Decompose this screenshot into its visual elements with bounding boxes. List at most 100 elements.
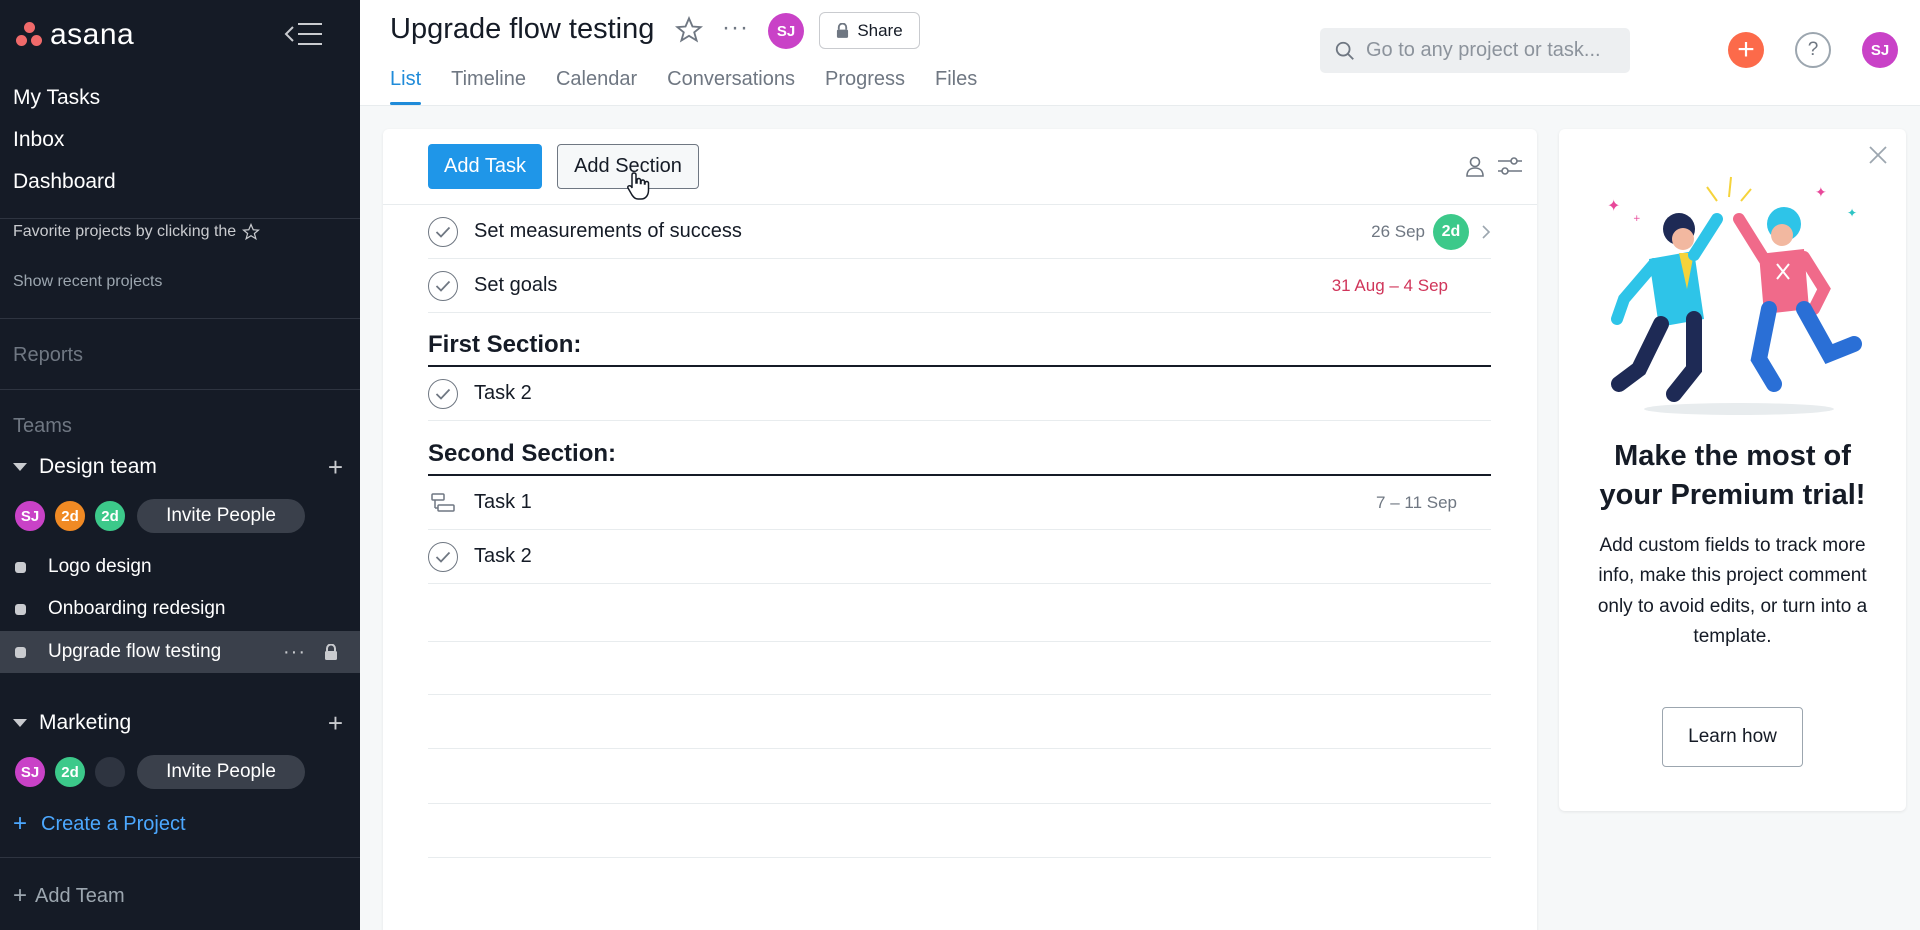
- empty-task-row[interactable]: [428, 803, 1491, 804]
- complete-checkbox-icon[interactable]: [428, 270, 458, 301]
- tab-timeline[interactable]: Timeline: [451, 68, 526, 105]
- avatar[interactable]: SJ: [13, 755, 47, 789]
- milestone-subtask-icon[interactable]: [428, 488, 458, 518]
- user-avatar[interactable]: SJ: [1862, 32, 1898, 68]
- chevron-right-icon[interactable]: [1481, 224, 1491, 240]
- complete-checkbox-icon[interactable]: [428, 378, 458, 409]
- team-name[interactable]: Design team: [39, 455, 328, 479]
- show-recent-projects[interactable]: Show recent projects: [13, 273, 162, 291]
- nav-dashboard[interactable]: Dashboard: [13, 170, 116, 194]
- quick-add-button[interactable]: +: [1728, 32, 1764, 68]
- task-row[interactable]: Task 2: [428, 530, 1491, 584]
- task-name[interactable]: Set goals: [474, 274, 1332, 297]
- add-task-button[interactable]: Add Task: [428, 144, 542, 189]
- team-marketing[interactable]: Marketing +: [13, 710, 343, 736]
- high-five-illustration: ✦ ✦ ✦ +: [1607, 176, 1862, 415]
- collapse-sidebar-icon[interactable]: [284, 20, 324, 48]
- sidebar-project-upgrade-flow-testing[interactable]: Upgrade flow testing ···: [0, 631, 360, 673]
- divider: [0, 857, 360, 858]
- caret-down-icon[interactable]: [13, 463, 27, 471]
- team-members: SJ 2d Invite People: [13, 755, 305, 789]
- assignee-filter-icon[interactable]: [1463, 154, 1487, 178]
- reports-link[interactable]: Reports: [13, 344, 83, 367]
- asana-logo[interactable]: asana: [16, 18, 134, 52]
- tab-conversations[interactable]: Conversations: [667, 68, 795, 105]
- task-name[interactable]: Task 2: [474, 545, 1491, 568]
- tab-progress[interactable]: Progress: [825, 68, 905, 105]
- sort-filter-icon[interactable]: [1497, 154, 1523, 178]
- avatar[interactable]: SJ: [13, 499, 47, 533]
- avatar[interactable]: 2d: [53, 755, 87, 789]
- page-title[interactable]: Upgrade flow testing: [390, 13, 654, 46]
- invite-people-button[interactable]: Invite People: [137, 755, 305, 789]
- sidebar-project-logo-design[interactable]: Logo design: [0, 546, 360, 588]
- task-row[interactable]: Set goals 31 Aug – 4 Sep: [428, 259, 1491, 313]
- avatar-placeholder[interactable]: [93, 755, 127, 789]
- project-color-swatch: [15, 603, 26, 615]
- add-project-icon[interactable]: +: [328, 454, 343, 480]
- create-project-link[interactable]: + Create a Project: [13, 810, 186, 838]
- sidebar-project-onboarding-redesign[interactable]: Onboarding redesign: [0, 588, 360, 630]
- divider: [0, 389, 360, 390]
- favorites-hint: Favorite projects by clicking the: [13, 223, 261, 241]
- asana-wordmark: asana: [50, 18, 135, 51]
- project-color-swatch: [15, 646, 26, 658]
- section-header[interactable]: First Section:: [428, 313, 1491, 367]
- tab-files[interactable]: Files: [935, 68, 977, 105]
- project-actions-icon[interactable]: ···: [722, 14, 749, 42]
- team-members: SJ 2d 2d Invite People: [13, 499, 305, 533]
- team-name[interactable]: Marketing: [39, 711, 328, 735]
- complete-checkbox-icon[interactable]: [428, 541, 458, 572]
- section-header[interactable]: Second Section:: [428, 422, 1491, 476]
- lock-icon: [837, 23, 849, 38]
- avatar[interactable]: SJ: [768, 13, 804, 49]
- empty-task-row[interactable]: [428, 857, 1491, 858]
- add-project-icon[interactable]: +: [328, 710, 343, 736]
- task-row[interactable]: Task 2: [428, 367, 1491, 421]
- due-date[interactable]: 7 – 11 Sep: [1376, 493, 1457, 513]
- promo-body: Add custom fields to track more info, ma…: [1597, 535, 1868, 648]
- create-project-label[interactable]: Create a Project: [41, 813, 186, 836]
- plus-icon: +: [13, 810, 28, 837]
- empty-task-row[interactable]: [428, 641, 1491, 642]
- task-name[interactable]: Task 1: [474, 491, 1376, 514]
- search-bar[interactable]: [1320, 28, 1630, 73]
- avatar[interactable]: 2d: [93, 499, 127, 533]
- divider: [0, 318, 360, 319]
- tab-calendar[interactable]: Calendar: [556, 68, 637, 105]
- share-button[interactable]: Share: [819, 12, 920, 49]
- assignee-avatar[interactable]: 2d: [1433, 213, 1469, 250]
- hand-cursor-icon: [627, 172, 650, 200]
- project-name[interactable]: Logo design: [48, 556, 360, 578]
- avatar[interactable]: 2d: [53, 499, 87, 533]
- nav-inbox[interactable]: Inbox: [13, 128, 64, 152]
- empty-task-row[interactable]: [428, 694, 1491, 695]
- task-name[interactable]: Set measurements of success: [474, 220, 1371, 243]
- favorite-star-icon[interactable]: [675, 16, 703, 44]
- svg-text:✦: ✦: [1815, 185, 1827, 201]
- favorites-hint-text: Favorite projects by clicking the: [13, 223, 237, 240]
- invite-people-button[interactable]: Invite People: [137, 499, 305, 533]
- add-team-label[interactable]: Add Team: [35, 885, 125, 908]
- due-date[interactable]: 26 Sep: [1371, 222, 1425, 242]
- search-input[interactable]: [1366, 39, 1616, 62]
- project-name[interactable]: Onboarding redesign: [48, 598, 360, 620]
- task-row[interactable]: Set measurements of success 26 Sep 2d: [428, 205, 1491, 259]
- tab-list[interactable]: List: [390, 68, 422, 105]
- help-button[interactable]: ?: [1795, 32, 1831, 68]
- team-design-team[interactable]: Design team +: [13, 454, 343, 480]
- add-team-link[interactable]: + Add Team: [13, 882, 125, 910]
- empty-task-row[interactable]: [428, 748, 1491, 749]
- caret-down-icon[interactable]: [13, 719, 27, 727]
- complete-checkbox-icon[interactable]: [428, 216, 458, 247]
- more-options-icon[interactable]: ···: [283, 641, 306, 664]
- learn-how-button[interactable]: Learn how: [1662, 707, 1803, 767]
- project-color-swatch: [15, 561, 26, 573]
- due-date[interactable]: 31 Aug – 4 Sep: [1332, 276, 1448, 296]
- task-row[interactable]: Task 1 7 – 11 Sep: [428, 476, 1491, 530]
- nav-my-tasks[interactable]: My Tasks: [13, 86, 100, 110]
- project-name[interactable]: Upgrade flow testing: [48, 641, 283, 663]
- promo-title: Make the most of your Premium trial!: [1599, 440, 1866, 512]
- task-name[interactable]: Task 2: [474, 382, 1491, 405]
- close-icon[interactable]: [1868, 145, 1888, 165]
